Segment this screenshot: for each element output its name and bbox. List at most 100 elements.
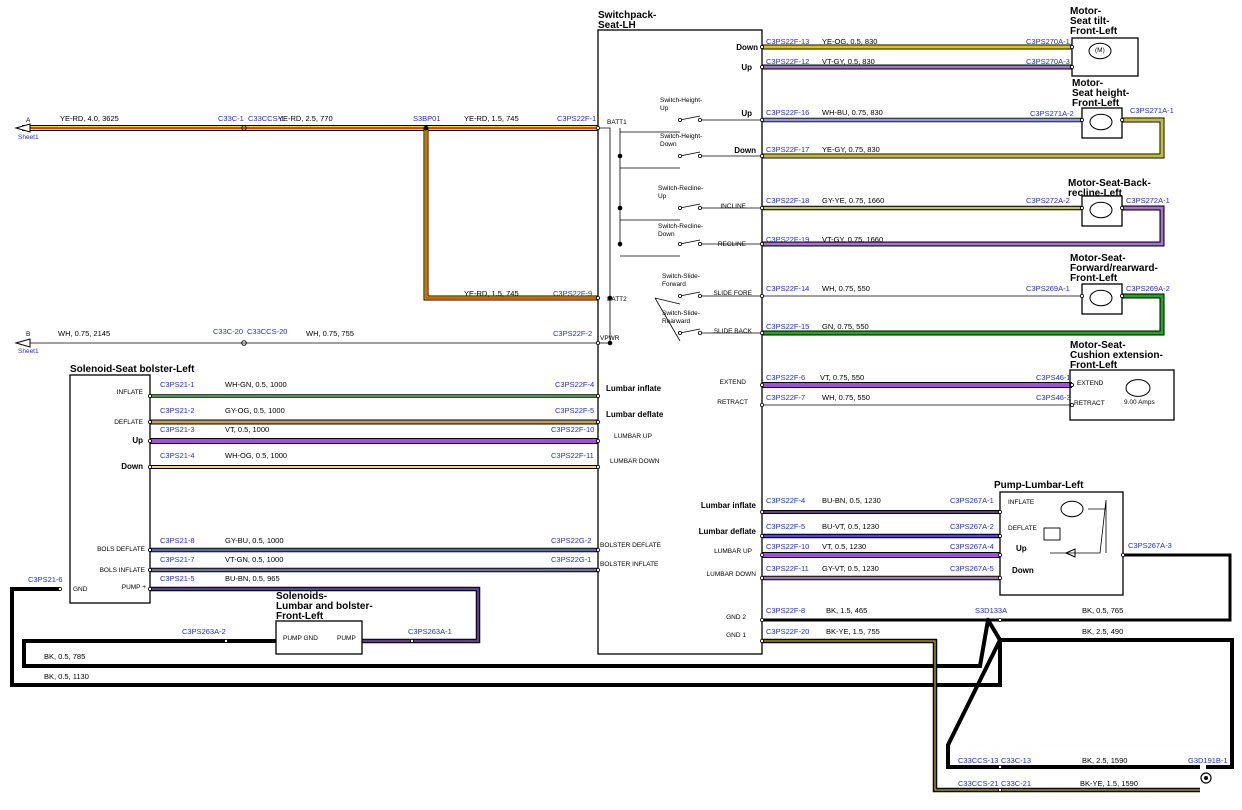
pump-pin-inflate: INFLATE (1008, 499, 1035, 506)
connector-c25: C3PS22F-6 (766, 373, 805, 382)
pin-node-39 (1080, 205, 1085, 210)
motor-recline-icon (1089, 201, 1113, 219)
switch-blade-3 (679, 239, 701, 245)
pump-pin-deflate: DEFLATE (1008, 525, 1037, 532)
motor-fwd-title: Motor-Seat-Forward/rearward-Front-Left (1070, 253, 1158, 284)
pin-node-22 (760, 576, 765, 581)
connector-c49: C3PS22F-10 (766, 542, 809, 551)
ground-icon-center (1204, 776, 1208, 780)
connector-c55: S3D133A (975, 606, 1007, 615)
pin-node-51 (998, 765, 1003, 770)
pin-node-34 (409, 639, 414, 644)
connector-c45: C3PS22F-4 (766, 496, 805, 505)
connector-c44: C3PS263A-1 (408, 627, 452, 636)
sol-pin-pump: PUMP + (122, 584, 146, 591)
pin-slide-fore: SLIDE FORE (713, 290, 752, 297)
connector-c9: C3PS22F-13 (766, 37, 809, 46)
bus-node-4 (607, 295, 613, 301)
pin-lumbar-up: LUMBAR UP (614, 433, 652, 440)
motor-height-icon (1089, 113, 1113, 131)
wire-label-w17: WH-GN, 0.5, 1000 (225, 380, 287, 389)
wire-label-w14: GN, 0.75, 550 (822, 322, 869, 331)
pin-node-35 (1070, 45, 1075, 50)
wire-label-w6: WH, 0.75, 755 (306, 329, 354, 338)
cush-pin-extend: EXTEND (1077, 380, 1104, 387)
connector-c38: C3PS22G-2 (551, 536, 591, 545)
connector-c39: C3PS21-7 (160, 555, 195, 564)
switch-slide-rear-label: Switch-Slide-Rearward (662, 310, 700, 325)
connector-c53: C3PS267A-3 (1128, 541, 1172, 550)
connector-c35: C3PS21-4 (160, 451, 195, 460)
wire-label-w26: VT, 0.5, 1230 (822, 542, 866, 551)
slide-contact-b-0 (698, 293, 703, 298)
connector-c7: C33CCS-20 (247, 327, 287, 336)
wire-label-w31: BK, 2.5, 490 (1082, 627, 1123, 636)
pin-incline: INCLINE (720, 203, 746, 210)
pin-lumbar-inflate2: Lumbar inflate (701, 501, 757, 510)
pin-node-48 (998, 576, 1003, 581)
motor-cushion-box (1069, 369, 1175, 421)
connector-c32: C3PS22F-5 (555, 406, 594, 415)
pin-node-25 (147, 393, 152, 398)
switch-blade-0 (679, 115, 701, 121)
pin-node-14 (596, 419, 601, 424)
switch-recline-down-label-line: Down (658, 231, 675, 238)
connector-c18: C3PS272A-2 (1026, 196, 1070, 205)
pin-gnd1: GND 1 (726, 632, 746, 639)
sl-pin-pumpgnd: PUMP GND (283, 635, 318, 642)
connector-c30: C3PS22F-4 (555, 380, 594, 389)
connector-c23: C3PS269A-2 (1126, 284, 1170, 293)
connector-c60: C33C-21 (1001, 779, 1031, 788)
pin-node-3 (760, 45, 765, 50)
pin-bolster-deflate: BOLSTER DEFLATE (600, 542, 662, 549)
connector-c28: C3PS46-3 (1036, 393, 1071, 402)
wire-gnd-bk-1130 (10, 587, 1002, 687)
solenoids-lumbar-title-line: Front-Left (276, 611, 324, 622)
pump-lumbar-title: Pump-Lumbar-Left (994, 480, 1084, 491)
switch-height-up-label: Switch-Height-Up (660, 97, 702, 112)
connector-c37: C3PS21-8 (160, 536, 195, 545)
slide-feed-0 (654, 297, 681, 305)
sol-pin-gnd: GND (73, 586, 88, 593)
pin-node-20 (760, 534, 765, 539)
slide-contact-1 (678, 330, 683, 335)
sheet-b-ref: Sheet1 (18, 348, 39, 355)
connector-c46: C3PS267A-1 (950, 496, 994, 505)
pump-pin-down: Down (1012, 566, 1034, 575)
pin-node-37 (1080, 118, 1085, 123)
connector-c26: C3PS46-1 (1036, 373, 1071, 382)
pin-node-10 (760, 330, 765, 335)
pin-node-5 (760, 118, 765, 123)
connector-c14: C3PS271A-2 (1030, 109, 1074, 118)
pin-node-9 (760, 293, 765, 298)
sol-pin-bols-deflate: BOLS DEFLATE (97, 546, 146, 553)
motor-cushion-title-line: Front-Left (1070, 360, 1118, 371)
pin-node-16 (596, 464, 601, 469)
pin-node-12 (760, 402, 765, 407)
switch-height-down-label-line: Down (660, 141, 677, 148)
pin-node-52 (998, 788, 1003, 793)
wire-label-w15: VT, 0.75, 550 (820, 373, 864, 382)
splice-s3d133a (985, 617, 991, 623)
pin-node-0 (596, 126, 601, 131)
connector-c29: C3PS21-1 (160, 380, 195, 389)
wire-label-w18: GY-OG, 0.5, 1000 (225, 406, 285, 415)
pin-node-7 (760, 205, 765, 210)
connector-c1: C33C-1 (218, 114, 244, 123)
pin-node-38 (1120, 118, 1125, 123)
slide-blade-0 (679, 291, 701, 297)
switch-contact-b-2 (698, 205, 703, 210)
motor-height-title-line: Front-Left (1072, 98, 1120, 109)
pin-up2: Up (741, 109, 752, 118)
wire-label-w1: YE-RD, 4.0, 3625 (60, 114, 119, 123)
sol-pin-deflate: DEFLATE (114, 419, 143, 426)
wire-label-w35: BK-YE, 1.5, 1590 (1080, 779, 1138, 788)
motor-recline-title-line: recline-Left (1068, 188, 1123, 199)
bus-node-1 (617, 153, 623, 159)
pin-node-36 (1070, 65, 1075, 70)
wire-label-w32: BK, 0.5, 785 (44, 652, 85, 661)
pin-node-18 (596, 568, 601, 573)
wire-label-w22: VT-GN, 0.5, 1000 (225, 555, 283, 564)
pin-node-19 (760, 509, 765, 514)
pin-node-40 (1120, 205, 1125, 210)
